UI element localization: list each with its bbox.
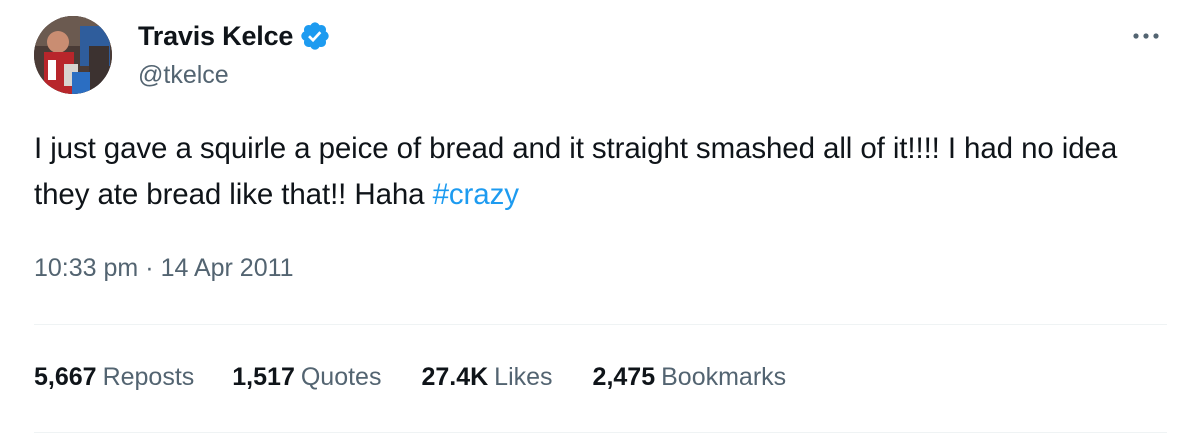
tweet-text: I just gave a squirle a peice of bread a…: [34, 126, 1154, 218]
tweet-time: 10:33 pm: [34, 254, 139, 282]
bookmarks-stat[interactable]: 2,475 Bookmarks: [593, 363, 787, 392]
divider: [34, 432, 1167, 433]
engagement-stats: 5,667 Reposts 1,517 Quotes 27.4K Likes 2…: [34, 363, 786, 392]
reposts-label: Reposts: [102, 363, 195, 391]
reposts-count: 5,667: [34, 363, 97, 391]
reposts-stat[interactable]: 5,667 Reposts: [34, 363, 194, 392]
likes-stat[interactable]: 27.4K Likes: [421, 363, 552, 392]
verified-badge-icon[interactable]: [299, 20, 331, 52]
tweet-card: Travis Kelce @tkelce I just gave a squir…: [0, 0, 1202, 436]
bookmarks-label: Bookmarks: [661, 363, 787, 391]
bookmarks-count: 2,475: [592, 363, 656, 391]
timestamp-separator: ·: [145, 254, 154, 282]
quotes-label: Quotes: [300, 363, 382, 391]
likes-count: 27.4K: [421, 363, 489, 391]
author-name-row: Travis Kelce: [138, 20, 331, 52]
tweet-timestamp[interactable]: 10:33 pm · 14 Apr 2011: [34, 254, 294, 283]
author-display-name[interactable]: Travis Kelce: [138, 21, 293, 52]
quotes-stat[interactable]: 1,517 Quotes: [232, 363, 381, 392]
likes-label: Likes: [494, 363, 553, 391]
author-handle[interactable]: @tkelce: [138, 61, 229, 90]
quotes-count: 1,517: [232, 363, 295, 391]
more-options-icon[interactable]: [1128, 22, 1164, 50]
divider: [34, 324, 1167, 325]
tweet-date: 14 Apr 2011: [160, 254, 294, 282]
tweet-body: I just gave a squirle a peice of bread a…: [34, 132, 1118, 211]
hashtag-link[interactable]: #crazy: [433, 178, 519, 211]
avatar[interactable]: [34, 16, 112, 94]
